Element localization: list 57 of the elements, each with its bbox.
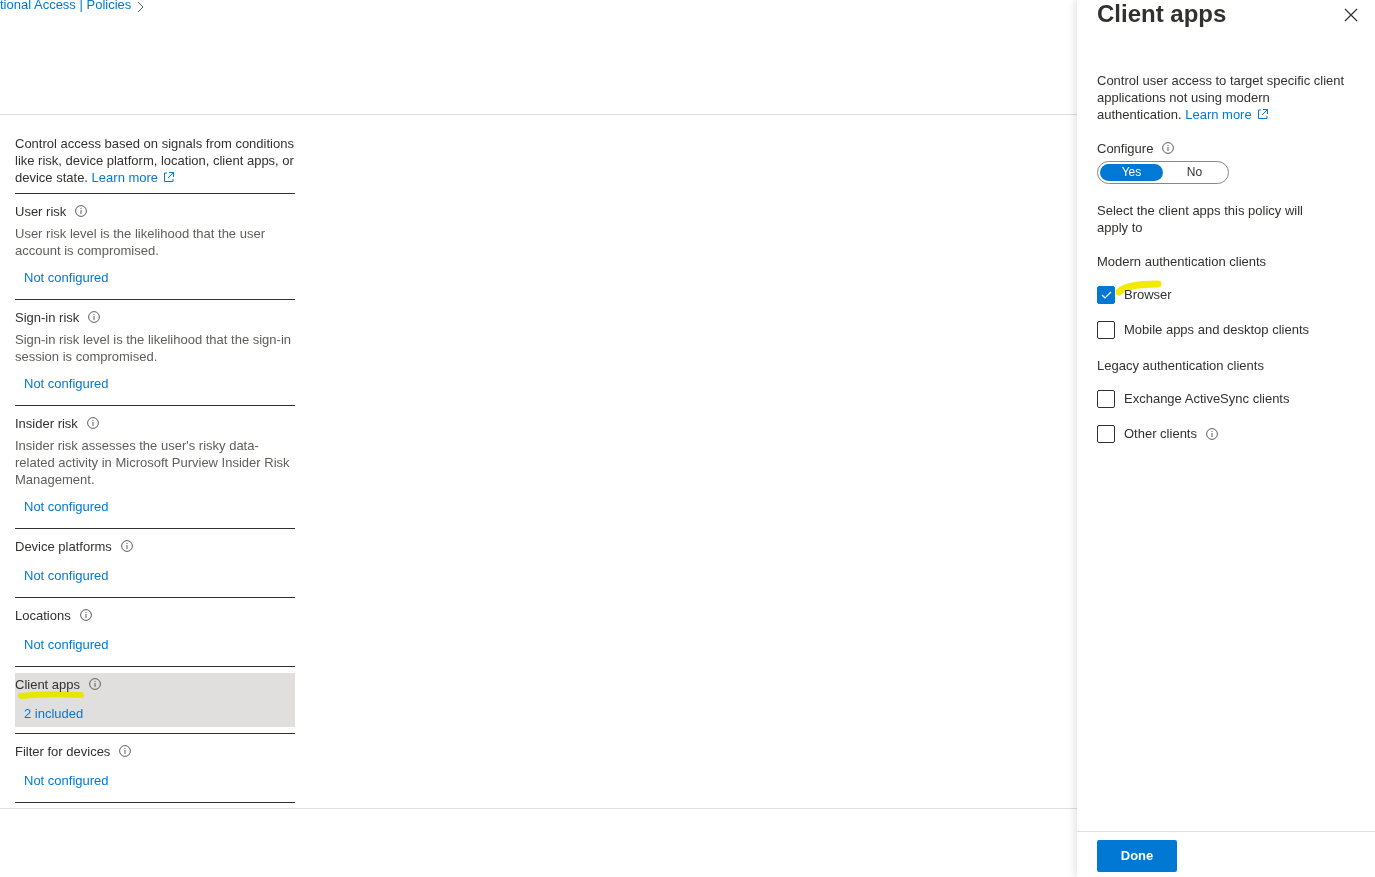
external-link-icon: [1256, 108, 1269, 120]
condition-label: Sign-in risk: [15, 309, 80, 326]
toggle-option[interactable]: Yes: [1100, 164, 1163, 181]
instruction-text: Select the client apps this policy will apply to: [1097, 202, 1304, 236]
done-button[interactable]: Done: [1097, 840, 1177, 872]
intro-text: Control access based on signals from conditions like risk, device platform, location, client apps, or device state. Learn more: [15, 135, 295, 186]
checkbox[interactable]: [1097, 389, 1115, 408]
condition-value-link[interactable]: Not configured: [24, 268, 109, 286]
condition-label: Client apps: [15, 676, 81, 693]
condition-label: Filter for devices: [15, 743, 111, 760]
breadcrumb-link[interactable]: tional Access | Policies: [0, 0, 132, 13]
checkbox-label: Exchange ActiveSync clients: [1124, 390, 1290, 407]
checkbox-label: Other clients: [1124, 425, 1197, 442]
group-heading: Legacy authentication clients: [1097, 357, 1265, 374]
condition-row[interactable]: Device platforms Not configured: [15, 537, 295, 585]
chevron-right-icon: [137, 0, 145, 13]
condition-label: Locations: [15, 607, 71, 624]
info-icon: [86, 417, 99, 429]
checkbox-label: Browser: [1124, 286, 1172, 303]
panel-title: Client apps: [1097, 0, 1227, 28]
condition-row[interactable]: User risk User risk level is the likelihood that the user account is compromised. Not configured: [15, 202, 295, 287]
info-icon: [89, 678, 102, 690]
condition-value-link[interactable]: Not configured: [24, 771, 109, 789]
info-icon: [75, 205, 88, 217]
condition-description: User risk level is the likelihood that the user account is compromised.: [15, 224, 266, 259]
panel-description: Control user access to target specific client applications not using modern authentication. Learn more: [1097, 72, 1346, 123]
checkbox[interactable]: [1097, 285, 1115, 304]
external-link-icon: [163, 171, 176, 183]
condition-value-link[interactable]: Not configured: [24, 635, 109, 653]
info-icon: [88, 311, 101, 323]
condition-row[interactable]: Sign-in risk Sign-in risk level is the likelihood that the sign-in session is compromised. Not configured: [15, 308, 295, 393]
configure-label: Configure: [1097, 141, 1154, 156]
condition-value-link[interactable]: Not configured: [24, 497, 109, 515]
condition-value-link[interactable]: Not configured: [24, 566, 109, 584]
info-icon: [120, 540, 133, 552]
condition-row[interactable]: Insider risk Insider risk assesses the user's risky data-related activity in Microsoft Purview Insider Risk Management. Not configured: [15, 414, 295, 516]
selected-row[interactable]: Client apps 2 included: [15, 673, 295, 727]
group-heading: Modern authentication clients: [1097, 253, 1268, 270]
condition-value-link[interactable]: Not configured: [24, 374, 109, 392]
condition-label: Insider risk: [15, 415, 78, 432]
condition-row[interactable]: Locations Not configured: [15, 606, 295, 654]
condition-value-link[interactable]: 2 included: [24, 704, 84, 722]
condition-description: Sign-in risk level is the likelihood that the sign-in session is compromised.: [15, 330, 293, 365]
condition-label: User risk: [15, 203, 67, 220]
checkbox[interactable]: [1097, 320, 1115, 339]
checkbox[interactable]: [1097, 424, 1115, 443]
info-icon: [79, 609, 92, 621]
learn-more-link[interactable]: Learn more: [1185, 107, 1269, 122]
condition-label: Device platforms: [15, 538, 112, 555]
info-icon: [1162, 142, 1175, 154]
condition-row[interactable]: Filter for devices Not configured: [15, 742, 295, 790]
learn-more-link[interactable]: Learn more: [91, 170, 176, 185]
toggle-option[interactable]: No: [1163, 164, 1226, 181]
condition-description: Insider risk assesses the user's risky data-related activity in Microsoft Purview Insider Risk Management.: [15, 436, 291, 488]
info-icon: [119, 745, 132, 757]
close-icon: [1344, 7, 1358, 22]
checkbox-label: Mobile apps and desktop clients: [1124, 321, 1309, 338]
